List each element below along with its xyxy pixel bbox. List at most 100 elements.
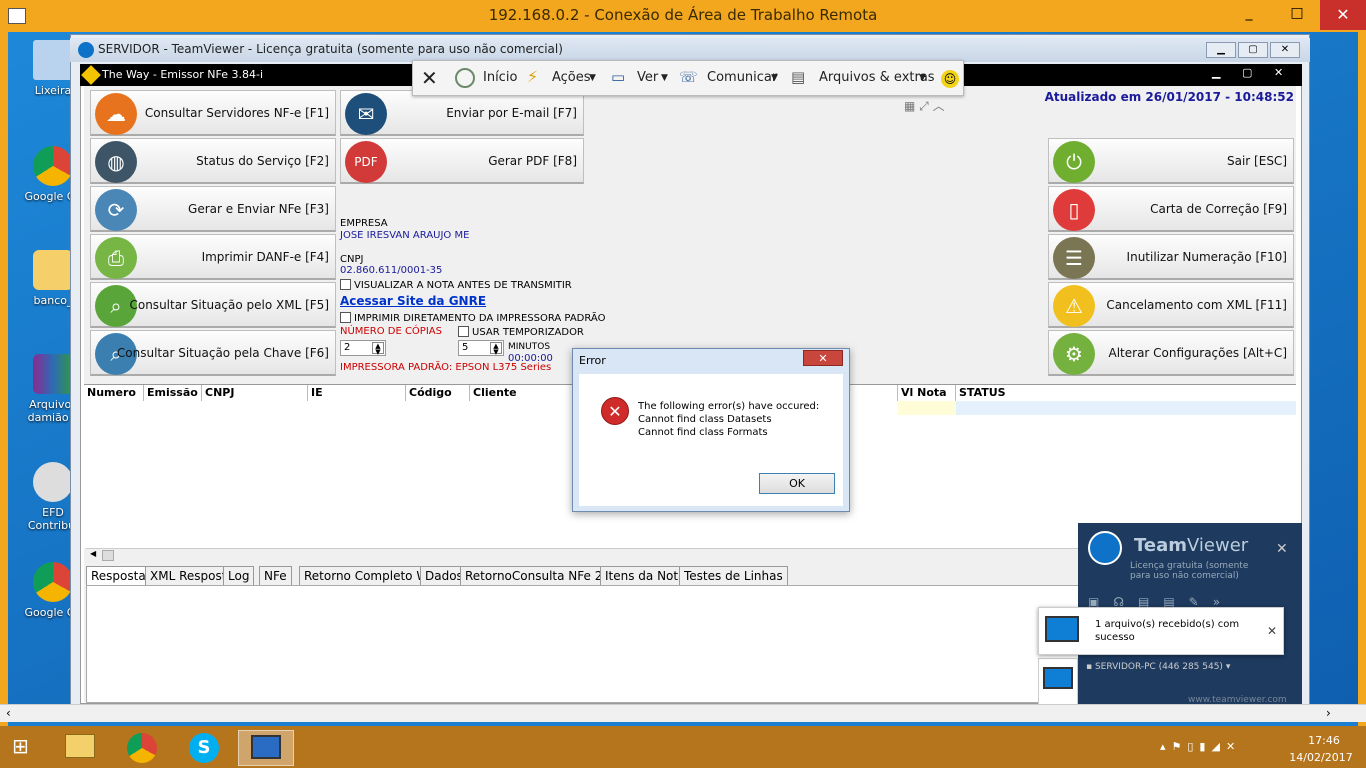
tab-itens-nota[interactable]: Itens da Nota (600, 566, 691, 585)
tray-date[interactable]: 14/02/2017 (1286, 751, 1356, 764)
ok-button[interactable]: OK (759, 473, 835, 494)
col-cnpj[interactable]: CNPJ (202, 385, 308, 401)
app-minimize-icon[interactable]: ▁ (1212, 66, 1220, 79)
chrome-icon (127, 733, 157, 763)
gerar-enviar-button[interactable]: ⟳ Gerar e Enviar NFe [F3] (90, 186, 336, 232)
status-servico-button[interactable]: ◍ Status do Serviço [F2] (90, 138, 336, 184)
toolbar-comunicar[interactable]: Comunicar (707, 70, 777, 85)
toolbar-acoes[interactable]: Ações (552, 70, 591, 85)
spinner-arrows-icon[interactable]: ▲ ▼ (372, 342, 384, 356)
carta-correcao-button[interactable]: ▯ Carta de Correção [F9] (1048, 186, 1294, 232)
scroll-left-icon[interactable]: ◀ (90, 549, 96, 558)
minutos-spinner[interactable]: 5 ▲ ▼ (458, 340, 504, 356)
scroll-right-icon[interactable]: › (1326, 706, 1331, 720)
tv-popup-subtitle: Licença gratuita (somente para uso não c… (1130, 561, 1249, 581)
alterar-configuracoes-button[interactable]: ⚙ Alterar Configurações [Alt+C] (1048, 330, 1294, 376)
error-dialog-title: Error (579, 354, 606, 367)
gerar-pdf-button[interactable]: PDF Gerar PDF [F8] (340, 138, 584, 184)
consultar-chave-button[interactable]: ⌕ Consultar Situação pela Chave [F6] (90, 330, 336, 376)
temporizador-checkbox[interactable]: USAR TEMPORIZADOR (458, 326, 584, 338)
teamviewer-logo-icon (1088, 531, 1122, 565)
col-ie[interactable]: IE (308, 385, 406, 401)
rdp-horizontal-scrollbar[interactable]: ‹ › (0, 704, 1366, 722)
home-icon[interactable] (455, 68, 475, 88)
power-icon: ⏻ (1053, 141, 1095, 183)
warning-icon: ⚠ (1053, 285, 1095, 327)
num-copias-spinner[interactable]: 2 ▲ ▼ (340, 340, 386, 356)
toolbar-inicio[interactable]: Início (483, 70, 517, 85)
tv-close-button[interactable]: ✕ (1270, 42, 1300, 58)
monitor-icon: ▭ (611, 68, 626, 86)
notification-close-icon[interactable]: ✕ (1267, 624, 1277, 638)
consultar-servidores-button[interactable]: ☁ Consultar Servidores NF-e [F1] (90, 90, 336, 136)
visualizar-checkbox[interactable]: VISUALIZAR A NOTA ANTES DE TRANSMITIR (340, 279, 572, 291)
chevron-down-icon: ▼ (589, 73, 596, 83)
tab-testes-linhas[interactable]: Testes de Linhas (679, 566, 788, 585)
sair-button[interactable]: ⏻ Sair [ESC] (1048, 138, 1294, 184)
scroll-thumb[interactable] (102, 550, 114, 561)
tv-maximize-button[interactable]: ▢ (1238, 42, 1268, 58)
col-emissao[interactable]: Emissão (144, 385, 202, 401)
toolbar-ver[interactable]: Ver (637, 70, 658, 85)
app-window-controls[interactable]: ▁ ▢ ✕ (1206, 66, 1296, 82)
toolbar-arquivos[interactable]: Arquivos & extras (819, 70, 935, 85)
file-received-notification[interactable]: 1 arquivo(s) recebido(s) com sucesso ✕ (1038, 607, 1284, 655)
toolbar-mini-controls[interactable]: ▦ ⤢ ︿ (904, 97, 945, 114)
gnre-link[interactable]: Acessar Site da GNRE (340, 294, 486, 308)
monitor-icon (1043, 667, 1073, 689)
chevron-down-icon: ▼ (661, 73, 668, 83)
empresa-label: EMPRESA (340, 218, 388, 229)
windows-start-icon[interactable]: ⊞ (12, 736, 38, 758)
num-copias-label: NÚMERO DE CÓPIAS (340, 326, 442, 337)
recycle-bin-icon (33, 40, 73, 80)
rdp-minimize-button[interactable]: _ (1236, 4, 1262, 22)
imprimir-danfe-button[interactable]: ⎙ Imprimir DANF-e [F4] (90, 234, 336, 280)
scroll-left-icon[interactable]: ‹ (6, 706, 11, 720)
col-codigo[interactable]: Código (406, 385, 470, 401)
cancelamento-xml-button[interactable]: ⚠ Cancelamento com XML [F11] (1048, 282, 1294, 328)
spinner-arrows-icon[interactable]: ▲ ▼ (490, 342, 502, 356)
tray-icons[interactable]: ▴⚑▯▮◢✕ (1160, 740, 1241, 753)
checkbox-box[interactable] (458, 326, 469, 337)
consultar-xml-button[interactable]: ⌕ Consultar Situação pelo XML [F5] (90, 282, 336, 328)
minutos-label: MINUTOS (508, 342, 551, 352)
checkbox-box[interactable] (340, 279, 351, 290)
teamviewer-title: SERVIDOR - TeamViewer - Licença gratuita… (98, 42, 563, 56)
tv-minimize-button[interactable]: ▁ (1206, 42, 1236, 58)
smiley-icon[interactable]: ☺ (941, 70, 959, 88)
teamviewer-toolbar: ✕ Início ⚡ Ações ▼ ▭ Ver ▼ ☏ Comunicar ▼… (412, 60, 964, 96)
taskbar-explorer[interactable] (52, 730, 108, 766)
col-status[interactable]: STATUS (956, 385, 1296, 401)
tv-popup-close-icon[interactable]: ✕ (1276, 541, 1288, 557)
col-numero[interactable]: Numero (84, 385, 144, 401)
rdp-close-button[interactable]: ✕ (1320, 0, 1366, 30)
tray-clock[interactable]: 17:46 (1296, 734, 1352, 747)
tab-log[interactable]: Log (223, 566, 255, 585)
folder-icon (33, 250, 73, 290)
error-dialog-body: ✕ The following error(s) have occured: C… (579, 374, 843, 506)
fullscreen-icon[interactable]: ⤢ (919, 99, 929, 113)
grid-row-highlight[interactable] (898, 401, 956, 415)
imprimir-direto-checkbox[interactable]: IMPRIMIR DIRETAMENTO DA IMPRESSORA PADRÃ… (340, 312, 605, 324)
checkbox-box[interactable] (340, 312, 351, 323)
col-vl-nota[interactable]: Vl Nota (898, 385, 956, 401)
app-close-icon[interactable]: ✕ (1274, 66, 1283, 79)
enviar-email-button[interactable]: ✉ Enviar por E-mail [F7] (340, 90, 584, 136)
tv-session-label[interactable]: ▪ SERVIDOR-PC (446 285 545) ▾ (1086, 662, 1230, 672)
pdf-icon: PDF (345, 141, 387, 183)
error-close-button[interactable]: ✕ (803, 350, 843, 366)
taskbar-skype[interactable]: S (176, 730, 232, 766)
lightning-icon: ⚡ (527, 67, 539, 86)
toolbar-close-icon[interactable]: ✕ (421, 66, 438, 90)
grid-row-highlight[interactable] (956, 401, 1296, 415)
inutilizar-numeracao-button[interactable]: ☰ Inutilizar Numeração [F10] (1048, 234, 1294, 280)
taskbar-remote-desktop[interactable] (238, 730, 294, 766)
grid-icon[interactable]: ▦ (904, 99, 915, 113)
taskbar-chrome[interactable] (114, 730, 170, 766)
app-maximize-icon[interactable]: ▢ (1242, 66, 1252, 79)
error-x-icon: ✕ (601, 397, 629, 425)
rdp-restore-button[interactable]: □ (1284, 4, 1310, 22)
monitor-icon (1045, 616, 1079, 642)
tab-nfe[interactable]: NFe (259, 566, 292, 585)
collapse-icon[interactable]: ︿ (933, 99, 945, 113)
